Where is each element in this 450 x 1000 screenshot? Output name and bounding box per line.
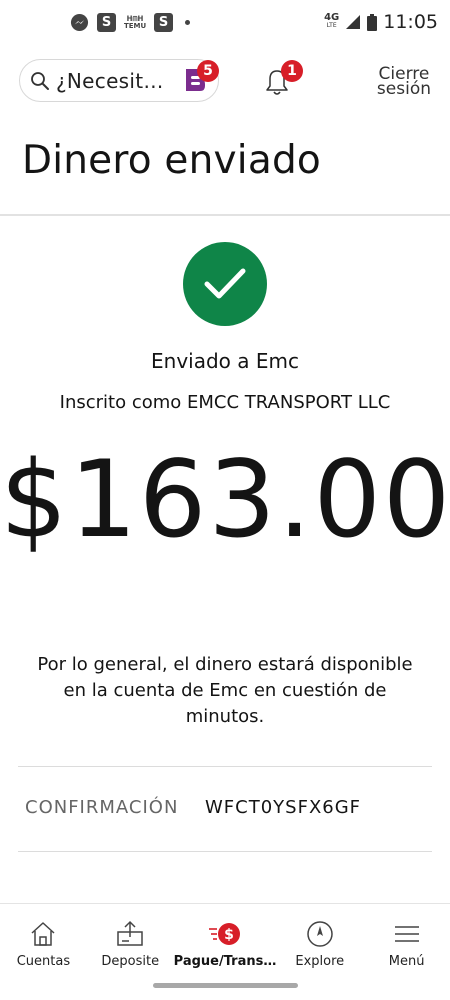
tab-deposit[interactable]: Deposite	[87, 904, 174, 973]
status-time: 11:05	[383, 11, 438, 33]
signout-button[interactable]: Cierre sesión	[376, 66, 431, 99]
notification-badge: 1	[281, 60, 303, 82]
page-title: Dinero enviado	[22, 138, 321, 183]
tab-menu-label: Menú	[388, 954, 425, 969]
network-sub-label: LTE	[326, 22, 337, 29]
tab-menu[interactable]: Menú	[363, 904, 450, 973]
notifications-button[interactable]: 1	[264, 60, 303, 98]
signout-line2: sesión	[376, 79, 431, 99]
status-bar: S ᕼᗰᕼ TEMU S 4G LTE 11:05	[0, 0, 450, 48]
confirmation-label: CONFIRMACIÓN	[25, 797, 179, 818]
network-label: 4G	[324, 12, 340, 23]
temu-label: TEMU	[124, 21, 147, 30]
fargo-assistant-button[interactable]: 5	[180, 60, 219, 94]
s-app-icon: S	[154, 13, 173, 32]
bottom-tab-bar: Cuentas Deposite $ Pague/Trans… Explore …	[0, 903, 450, 973]
home-icon	[31, 922, 55, 946]
tab-explore-label: Explore	[295, 954, 345, 969]
tab-deposit-label: Deposite	[101, 954, 160, 969]
messenger-icon	[70, 13, 89, 32]
search-icon	[31, 71, 49, 90]
success-check-icon	[183, 242, 267, 326]
confirmation-divider-top	[18, 766, 432, 767]
fargo-badge: 5	[197, 60, 219, 82]
s-app-icon: S	[97, 13, 116, 32]
confirmation-divider-bottom	[18, 851, 432, 852]
confirmation-value: WFCT0YSFX6GF	[205, 797, 362, 818]
home-indicator[interactable]	[153, 983, 298, 988]
signal-icon	[346, 15, 361, 29]
tab-accounts[interactable]: Cuentas	[0, 904, 87, 973]
availability-note: Por lo general, el dinero estará disponi…	[37, 654, 413, 727]
menu-icon	[394, 926, 419, 942]
enrolled-as-text: Inscrito como EMCC TRANSPORT LLC	[59, 392, 391, 413]
status-system-icons: 4G LTE 11:05	[324, 11, 438, 33]
battery-icon	[367, 13, 378, 31]
compass-icon	[307, 921, 333, 947]
status-notification-icons: S ᕼᗰᕼ TEMU S	[70, 13, 190, 32]
deposit-icon	[117, 920, 143, 946]
tab-accounts-label: Cuentas	[16, 954, 71, 969]
tab-pay-transfer-label: Pague/Trans…	[173, 954, 277, 969]
dot-icon	[185, 20, 190, 25]
tab-pay-transfer[interactable]: $ Pague/Trans…	[173, 904, 277, 973]
search-placeholder: ¿Necesit…	[56, 68, 164, 93]
pay-transfer-icon: $	[209, 923, 240, 945]
sent-to-text: Enviado a Emc	[151, 349, 299, 373]
temu-icon: ᕼᗰᕼ TEMU	[124, 15, 147, 30]
amount-value: $163.00	[0, 438, 450, 561]
network-type: 4G LTE	[324, 12, 340, 30]
header-divider	[0, 214, 450, 216]
tab-explore[interactable]: Explore	[276, 904, 363, 973]
svg-text:$: $	[224, 927, 234, 943]
